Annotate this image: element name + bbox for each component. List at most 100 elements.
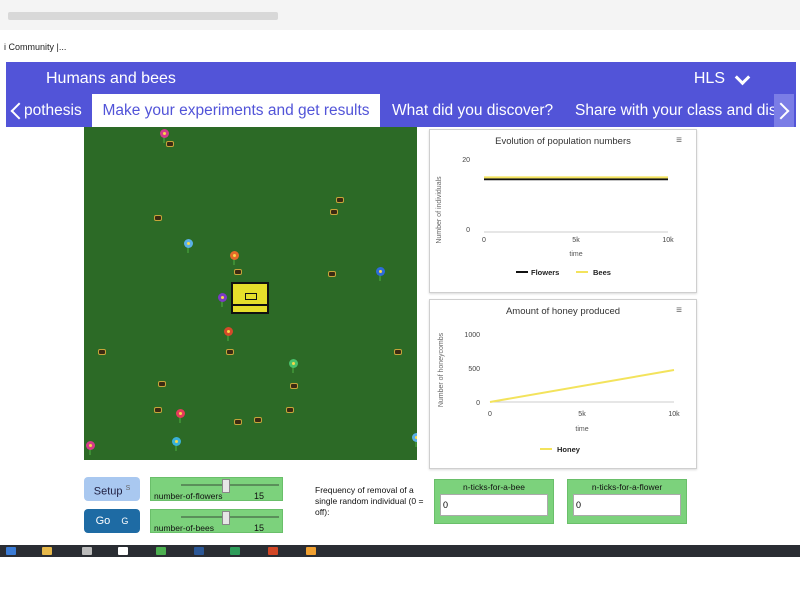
- blurred-url: [8, 12, 278, 20]
- user-menu[interactable]: HLS: [693, 69, 751, 88]
- flower: [184, 239, 193, 248]
- bee: [328, 271, 336, 277]
- y-tick-label: 0: [466, 227, 470, 234]
- bee: [154, 407, 162, 413]
- slider-value: 15: [253, 491, 264, 501]
- store-icon[interactable]: [82, 547, 92, 555]
- app-header: Humans and bees HLS: [6, 62, 796, 94]
- honey-series: [489, 369, 675, 403]
- n-ticks-for-a-flower-input[interactable]: [573, 494, 681, 516]
- slider-label: number-of-bees: [154, 523, 215, 533]
- slider-thumb[interactable]: [222, 511, 231, 525]
- x-tick-label: 0: [488, 411, 492, 418]
- x-tick-label: 10k: [662, 237, 674, 244]
- slider-value: 15: [253, 523, 264, 533]
- bee: [234, 269, 242, 275]
- bee: [254, 417, 262, 423]
- flower: [218, 293, 227, 302]
- flower: [172, 437, 181, 446]
- bookmarks-bar: i Community |...: [0, 32, 800, 58]
- bee: [166, 141, 174, 147]
- x-tick-label: 5k: [578, 411, 586, 418]
- scroll-right-button[interactable]: [772, 94, 794, 127]
- bee: [98, 349, 106, 355]
- honey-chart-svg: Number of honeycombs 1000 500 0 0 5k 10k…: [438, 332, 680, 454]
- controls-panel: Setup S Go G number-of-flowers 15 number…: [6, 477, 796, 547]
- flower: [412, 433, 417, 442]
- pinned-app-icon[interactable]: [306, 547, 316, 555]
- bee: [154, 215, 162, 221]
- setup-shortcut: S: [125, 485, 131, 492]
- number-of-flowers-slider[interactable]: number-of-flowers 15: [150, 477, 283, 501]
- hive-base: [233, 304, 267, 306]
- population-chart-svg: Number of individuals 20 0 0 5k 10k time…: [436, 157, 674, 277]
- excel-icon[interactable]: [230, 547, 240, 555]
- tab-experiments[interactable]: Make your experiments and get results: [92, 94, 380, 127]
- honey-chart-xlabel: time: [575, 426, 588, 433]
- slider-thumb[interactable]: [222, 479, 231, 493]
- flower: [376, 267, 385, 276]
- y-tick-label: 0: [476, 400, 480, 407]
- bee: [394, 349, 402, 355]
- honey-chart: Amount of honey produced ≡ Number of hon…: [429, 299, 697, 469]
- flower: [176, 409, 185, 418]
- folder-icon[interactable]: [42, 547, 52, 555]
- bee: [290, 383, 298, 389]
- input-label: n-ticks-for-a-bee: [463, 482, 525, 492]
- tab-share[interactable]: Share with your class and dis: [575, 94, 775, 127]
- windows-icon[interactable]: [6, 547, 16, 555]
- legend-bees-label: Bees: [593, 268, 611, 277]
- setup-button[interactable]: Setup S: [84, 477, 140, 501]
- n-ticks-for-a-flower-box: n-ticks-for-a-flower: [567, 479, 687, 524]
- browser-top-bar: [0, 0, 800, 30]
- population-chart-ylabel: Number of individuals: [436, 176, 443, 244]
- flower: [160, 129, 169, 138]
- powerpoint-icon[interactable]: [268, 547, 278, 555]
- bee: [158, 381, 166, 387]
- n-ticks-for-a-bee-box: n-ticks-for-a-bee: [434, 479, 554, 524]
- population-chart: Evolution of population numbers ≡ Number…: [429, 129, 697, 293]
- tab-discover[interactable]: What did you discover?: [392, 94, 562, 127]
- tab-hypothesis[interactable]: pothesis: [24, 94, 94, 127]
- legend-honey-label: Honey: [557, 445, 581, 454]
- x-tick-label: 5k: [572, 237, 580, 244]
- y-tick-label: 500: [468, 366, 480, 373]
- app-window: Humans and bees HLS pothesis Make your e…: [6, 62, 796, 544]
- legend-flowers-label: Flowers: [531, 268, 559, 277]
- frequency-removal-label: Frequency of removal of a single random …: [315, 485, 424, 517]
- flower: [86, 441, 95, 450]
- simulation-world[interactable]: [84, 127, 417, 460]
- chevron-right-icon: [772, 102, 790, 119]
- go-shortcut: G: [121, 516, 129, 526]
- bee: [226, 349, 234, 355]
- bee: [234, 419, 242, 425]
- population-chart-xlabel: time: [569, 251, 582, 258]
- slider-label: number-of-flowers: [154, 491, 223, 501]
- y-tick-label: 20: [462, 157, 470, 164]
- flower: [289, 359, 298, 368]
- chevron-down-icon[interactable]: [734, 69, 751, 85]
- input-label: n-ticks-for-a-flower: [591, 482, 663, 492]
- tab-bar: pothesis Make your experiments and get r…: [6, 94, 796, 127]
- n-ticks-for-a-bee-input[interactable]: [440, 494, 548, 516]
- outlook-icon[interactable]: [194, 547, 204, 555]
- taskbar: [0, 545, 800, 557]
- x-tick-label: 0: [482, 237, 486, 244]
- y-tick-label: 1000: [464, 332, 480, 339]
- number-of-bees-slider[interactable]: number-of-bees 15: [150, 509, 283, 533]
- bee: [330, 209, 338, 215]
- x-tick-label: 10k: [668, 411, 680, 418]
- user-menu-label: HLS: [693, 70, 725, 87]
- bee: [286, 407, 294, 413]
- bookmark-item[interactable]: i Community |...: [4, 42, 66, 52]
- app-title: Humans and bees: [46, 70, 176, 87]
- honey-chart-ylabel: Number of honeycombs: [438, 332, 445, 407]
- chrome-icon[interactable]: [156, 547, 166, 555]
- flower: [230, 251, 239, 260]
- app-icon[interactable]: [118, 547, 128, 555]
- go-button[interactable]: Go G: [84, 509, 140, 533]
- beehive: [231, 282, 269, 314]
- flower: [224, 327, 233, 336]
- main-content: Evolution of population numbers ≡ Number…: [6, 127, 796, 544]
- scroll-left-button[interactable]: [6, 94, 28, 127]
